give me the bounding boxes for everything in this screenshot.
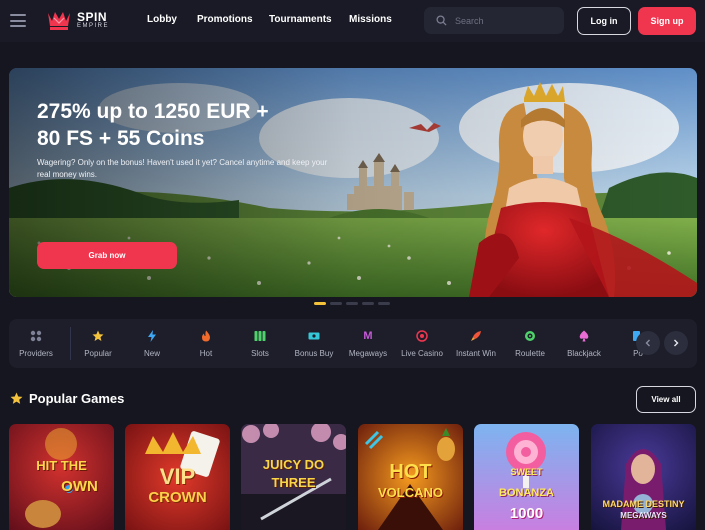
carousel-dot[interactable] (346, 302, 358, 305)
categories-next-button[interactable] (664, 331, 688, 355)
category-megaways[interactable]: M Megaways (341, 319, 395, 368)
game-card-hit-the-crown[interactable]: HIT THE OWN (9, 424, 114, 530)
nav-lobby[interactable]: Lobby (147, 14, 177, 25)
signup-button[interactable]: Sign up (638, 7, 696, 35)
popular-games-heading: Popular Games (10, 391, 124, 406)
category-hot[interactable]: Hot (179, 319, 233, 368)
hero-title: 275% up to 1250 EUR + 80 FS + 55 Coins (37, 100, 269, 150)
game-card-juicy-do-three[interactable]: JUICY DO THREE (241, 424, 346, 530)
category-providers[interactable]: Providers (9, 319, 63, 368)
category-slots[interactable]: Slots (233, 319, 287, 368)
rocket-icon (470, 330, 483, 343)
logo-wordmark: SPIN (77, 10, 108, 24)
chevron-left-icon (645, 339, 650, 347)
nav-promotions[interactable]: Promotions (197, 14, 253, 25)
live-casino-icon (416, 330, 429, 343)
game-card-vip-crown[interactable]: VIP CROWN (125, 424, 230, 530)
game-thumbnail (9, 424, 114, 530)
slots-icon (254, 330, 267, 343)
hero-banner[interactable]: 275% up to 1250 EUR + 80 FS + 55 Coins W… (9, 68, 697, 297)
login-button[interactable]: Log in (577, 7, 631, 35)
megaways-icon: M (363, 329, 373, 342)
roulette-icon (524, 330, 537, 343)
category-bar: Providers Popular New Hot Slots Bonus Bu… (9, 319, 697, 368)
carousel-dot[interactable] (362, 302, 374, 305)
categories-prev-button[interactable] (636, 331, 660, 355)
nav-tournaments[interactable]: Tournaments (269, 14, 332, 25)
star-icon (92, 330, 105, 343)
providers-grid-icon (30, 330, 43, 343)
category-new[interactable]: New (125, 319, 179, 368)
lightning-icon (146, 330, 159, 343)
hero-subtitle: Wagering? Only on the bonus! Haven't use… (37, 158, 328, 179)
bonus-buy-icon (308, 330, 321, 343)
game-card-madame-destiny-megaways[interactable]: MADAME DESTINY MEGAWAYS (591, 424, 696, 530)
search-box[interactable] (424, 7, 564, 34)
category-roulette[interactable]: Roulette (503, 319, 557, 368)
crown-logo-icon (48, 12, 70, 30)
carousel-dot[interactable] (330, 302, 342, 305)
top-navigation-bar: SPIN EMPIRE Lobby Promotions Tournaments… (0, 0, 705, 42)
category-instant-win[interactable]: Instant Win (449, 319, 503, 368)
carousel-dot[interactable] (378, 302, 390, 305)
chevron-right-icon (674, 339, 679, 347)
category-blackjack[interactable]: Blackjack (557, 319, 611, 368)
popular-games-row: HIT THE OWN VIP CROWN JUICY DO THREE HOT… (9, 424, 697, 530)
search-icon (436, 15, 447, 26)
category-bonus-buy[interactable]: Bonus Buy (287, 319, 341, 368)
category-popular[interactable]: Popular (71, 319, 125, 368)
carousel-indicators (314, 302, 390, 305)
search-input[interactable] (455, 15, 555, 26)
menu-icon[interactable] (10, 14, 26, 27)
category-live-casino[interactable]: Live Casino (395, 319, 449, 368)
view-all-button[interactable]: View all (636, 386, 696, 413)
star-icon (10, 392, 23, 404)
logo[interactable]: SPIN EMPIRE (46, 9, 109, 31)
logo-tagline: EMPIRE (77, 23, 110, 29)
game-card-sweet-bonanza-1000[interactable]: SWEET BONANZA 1000 (474, 424, 579, 530)
game-card-hot-volcano[interactable]: HOT VOLCANO (358, 424, 463, 530)
nav-missions[interactable]: Missions (349, 14, 392, 25)
carousel-dot[interactable] (314, 302, 326, 305)
spade-icon (578, 330, 591, 343)
fire-icon (200, 330, 213, 343)
grab-now-button[interactable]: Grab now (37, 242, 177, 269)
